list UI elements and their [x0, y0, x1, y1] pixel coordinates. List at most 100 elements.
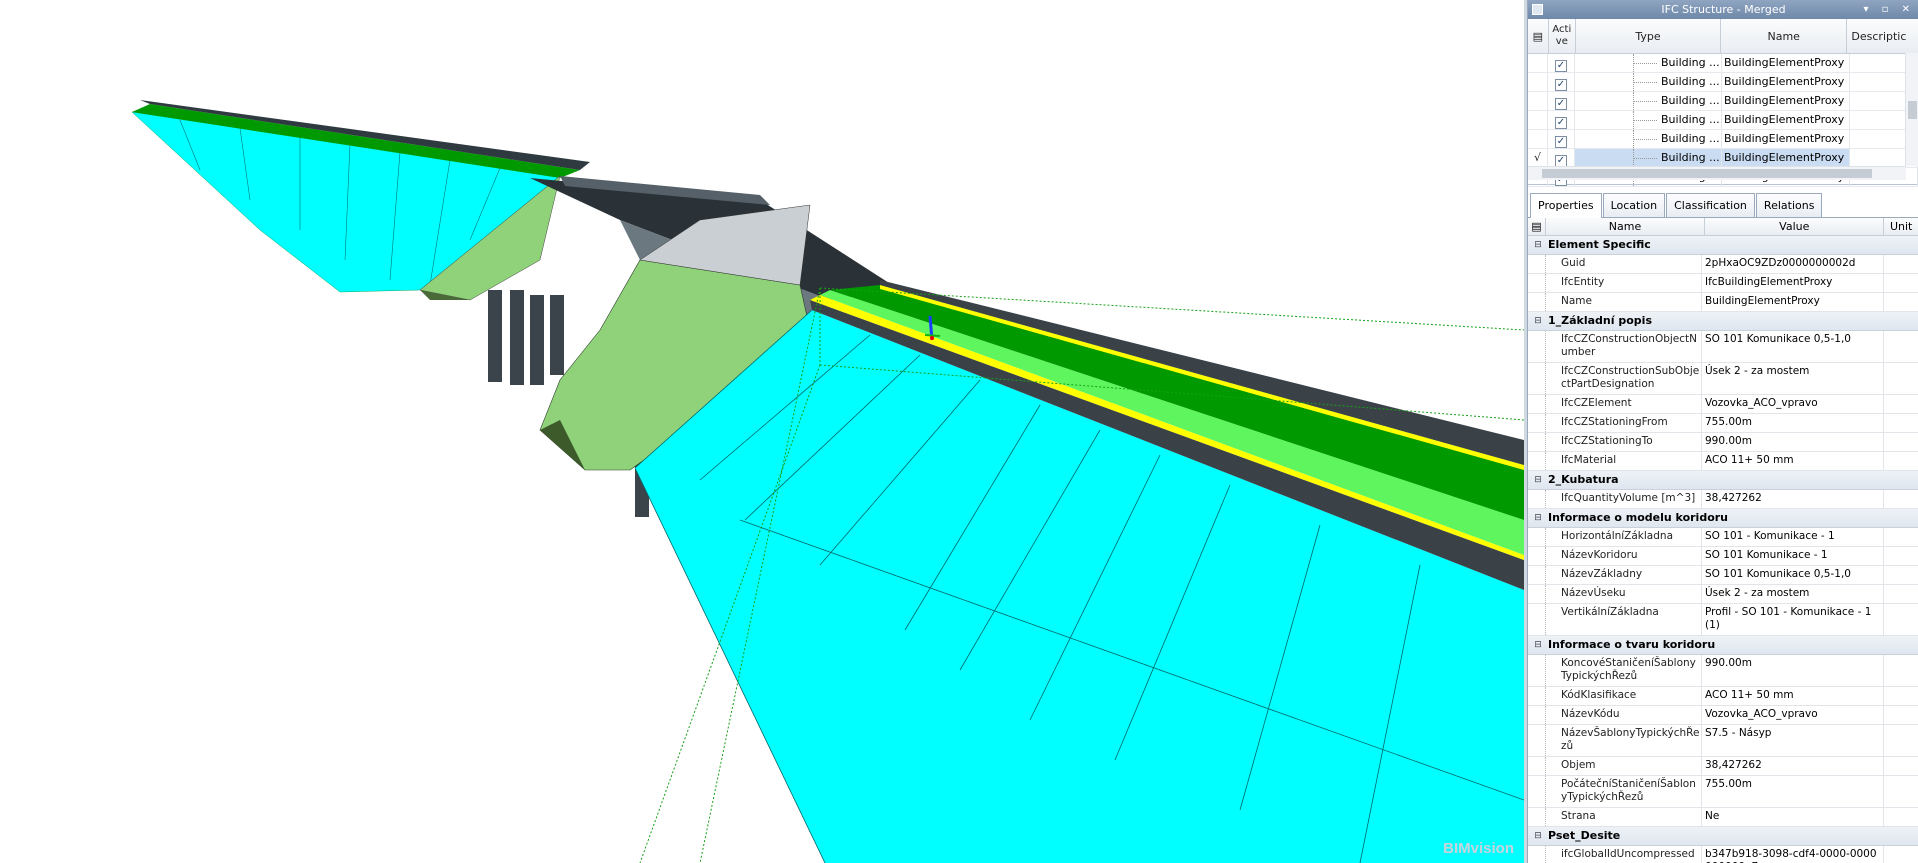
row-name: BuildingElementProxy [1722, 92, 1850, 110]
property-group-header[interactable]: ⊟ 1_Základní popis [1528, 312, 1918, 331]
property-row[interactable]: Guid 2pHxaOC9ZDz0000000002d [1528, 255, 1918, 274]
active-checkbox[interactable]: ✓ [1548, 149, 1575, 167]
property-row[interactable]: Name BuildingElementProxy [1528, 293, 1918, 312]
property-name: IfcQuantityVolume [m^3] [1545, 490, 1702, 508]
row-name: BuildingElementProxy [1722, 54, 1850, 72]
panel-title-bar: IFC Structure - Merged ▾ ▫ ✕ [1528, 0, 1918, 19]
property-row[interactable]: Objem 38,427262 [1528, 757, 1918, 776]
row-type: Building ... [1575, 54, 1722, 72]
property-name: Strana [1545, 808, 1702, 826]
props-column-chooser-icon[interactable]: ▤ [1528, 218, 1546, 235]
props-col-name[interactable]: Name [1546, 218, 1706, 235]
bridge-model [131, 100, 1524, 863]
property-row[interactable]: HorizontálníZákladna SO 101 - Komunikace … [1528, 528, 1918, 547]
panel-icon [1532, 4, 1543, 15]
tab-properties[interactable]: Properties [1530, 193, 1602, 218]
property-group-header[interactable]: ⊟ 2_Kubatura [1528, 471, 1918, 490]
property-row[interactable]: IfcQuantityVolume [m^3] 38,427262 [1528, 490, 1918, 509]
column-chooser-icon[interactable]: ▤ [1528, 19, 1549, 53]
tree-row[interactable]: ✓ Building ...BuildingElementProxy [1528, 130, 1918, 149]
active-checkbox[interactable]: ✓ [1548, 92, 1575, 110]
property-value: SO 101 Komunikace 0,5-1,0 [1702, 331, 1884, 362]
property-row[interactable]: KoncovéStaničeníŠablonyTypickýchŘezů 990.… [1528, 655, 1918, 687]
property-value: 755.00m [1702, 414, 1884, 432]
properties-grid[interactable]: ⊟ Element Specific Guid 2pHxaOC9ZDz00000000… [1528, 236, 1918, 863]
property-name: IfcCZConstructionSubObjectPartDesignatio… [1545, 363, 1702, 394]
property-row[interactable]: IfcCZConstructionObjectNumber SO 101 Komu… [1528, 331, 1918, 363]
checkbox-icon[interactable]: ✓ [1555, 79, 1567, 91]
property-row[interactable]: NázevÚseku Úsek 2 - za mostem [1528, 585, 1918, 604]
property-row[interactable]: NázevKódu Vozovka_ACO_vpravo [1528, 706, 1918, 725]
property-group-header[interactable]: ⊟ Informace o tvaru koridoru [1528, 636, 1918, 655]
tree-horizontal-scrollbar[interactable] [1528, 166, 1906, 180]
property-name: HorizontálníZákladna [1545, 528, 1702, 546]
col-name[interactable]: Name [1721, 19, 1848, 53]
props-col-unit[interactable]: Unit [1884, 218, 1918, 235]
property-name: IfcMaterial [1545, 452, 1702, 470]
property-row[interactable]: IfcCZStationingFrom 755.00m [1528, 414, 1918, 433]
active-checkbox[interactable]: ✓ [1548, 54, 1575, 72]
property-value: ACO 11+ 50 mm [1702, 452, 1884, 470]
tab-classification[interactable]: Classification [1666, 193, 1755, 217]
property-row[interactable]: IfcMaterial ACO 11+ 50 mm [1528, 452, 1918, 471]
active-checkbox[interactable]: ✓ [1548, 73, 1575, 91]
row-type: Building ... [1575, 130, 1722, 148]
checkbox-icon[interactable]: ✓ [1555, 136, 1567, 148]
tree-row[interactable]: ✓ Building ...BuildingElementProxy [1528, 92, 1918, 111]
property-row[interactable]: NázevŠablonyTypickýchŘezů S7.5 - Násyp [1528, 725, 1918, 757]
property-row[interactable]: VertikálníZákladna Profil - SO 101 - Komu… [1528, 604, 1918, 636]
property-group-header[interactable]: ⊟ Element Specific [1528, 236, 1918, 255]
checkbox-icon[interactable]: ✓ [1555, 98, 1567, 110]
tab-location[interactable]: Location [1602, 193, 1666, 217]
collapse-icon[interactable]: ⊟ [1528, 236, 1548, 254]
row-name: BuildingElementProxy [1722, 149, 1850, 167]
3d-viewport[interactable]: BIMvision [0, 0, 1524, 863]
property-row[interactable]: Strana Ne [1528, 808, 1918, 827]
tab-relations[interactable]: Relations [1755, 193, 1823, 217]
col-active[interactable]: Acti ve [1549, 19, 1577, 53]
property-row[interactable]: IfcEntity IfcBuildingElementProxy [1528, 274, 1918, 293]
property-row[interactable]: ifcGlobalIdUncompressed b347b918-3098-cdf… [1528, 846, 1918, 863]
property-value: 2pHxaOC9ZDz0000000002d [1702, 255, 1884, 273]
tree-row[interactable]: ✓ Building ...BuildingElementProxy [1528, 111, 1918, 130]
property-unit [1884, 687, 1918, 705]
property-row[interactable]: IfcCZConstructionSubObjectPartDesignatio… [1528, 363, 1918, 395]
property-name: Objem [1545, 757, 1702, 775]
row-marker [1528, 130, 1548, 148]
property-row[interactable]: NázevZákladny SO 101 Komunikace 0,5-1,0 [1528, 566, 1918, 585]
col-description[interactable]: Descriptic [1847, 19, 1918, 53]
property-group-header[interactable]: ⊟ Pset_Desite [1528, 827, 1918, 846]
collapse-icon[interactable]: ⊟ [1528, 509, 1548, 527]
row-name: BuildingElementProxy [1722, 73, 1850, 91]
tree-row[interactable]: ✓ Building ...BuildingElementProxy [1528, 73, 1918, 92]
collapse-icon[interactable]: ⊟ [1528, 312, 1548, 330]
property-row[interactable]: KódKlasifikace ACO 11+ 50 mm [1528, 687, 1918, 706]
collapse-icon[interactable]: ⊟ [1528, 471, 1548, 489]
active-checkbox[interactable]: ✓ [1548, 111, 1575, 129]
property-name: PočátečníStaničeníŠablonyTypickýchŘezů [1545, 776, 1702, 807]
checkbox-icon[interactable]: ✓ [1555, 60, 1567, 72]
props-col-value[interactable]: Value [1705, 218, 1885, 235]
ifc-structure-tree[interactable]: ▤ Acti ve Type Name Descriptic ✓ Building… [1528, 19, 1918, 187]
property-value: 38,427262 [1702, 757, 1884, 775]
tree-row[interactable]: ✓ Building ...BuildingElementProxy [1528, 54, 1918, 73]
property-value: SO 101 Komunikace - 1 [1702, 547, 1884, 565]
property-row[interactable]: NázevKoridoru SO 101 Komunikace - 1 [1528, 547, 1918, 566]
property-name: IfcCZStationingTo [1545, 433, 1702, 451]
panel-title: IFC Structure - Merged [1661, 3, 1786, 16]
property-row[interactable]: IfcCZElement Vozovka_ACO_vpravo [1528, 395, 1918, 414]
property-row[interactable]: IfcCZStationingTo 990.00m [1528, 433, 1918, 452]
row-type-label: Building ... [1661, 94, 1720, 107]
panel-window-buttons[interactable]: ▾ ▫ ✕ [1863, 0, 1915, 19]
collapse-icon[interactable]: ⊟ [1528, 636, 1548, 654]
collapse-icon[interactable]: ⊟ [1528, 827, 1548, 845]
checkbox-icon[interactable]: ✓ [1555, 117, 1567, 129]
property-name: KoncovéStaničeníŠablonyTypickýchŘezů [1545, 655, 1702, 686]
tree-vertical-scrollbar[interactable] [1905, 53, 1918, 166]
property-name: NázevÚseku [1545, 585, 1702, 603]
col-type[interactable]: Type [1576, 19, 1722, 53]
property-group-header[interactable]: ⊟ Informace o modelu koridoru [1528, 509, 1918, 528]
property-name: NázevZákladny [1545, 566, 1702, 584]
property-row[interactable]: PočátečníStaničeníŠablonyTypickýchŘezů 75… [1528, 776, 1918, 808]
active-checkbox[interactable]: ✓ [1548, 130, 1575, 148]
